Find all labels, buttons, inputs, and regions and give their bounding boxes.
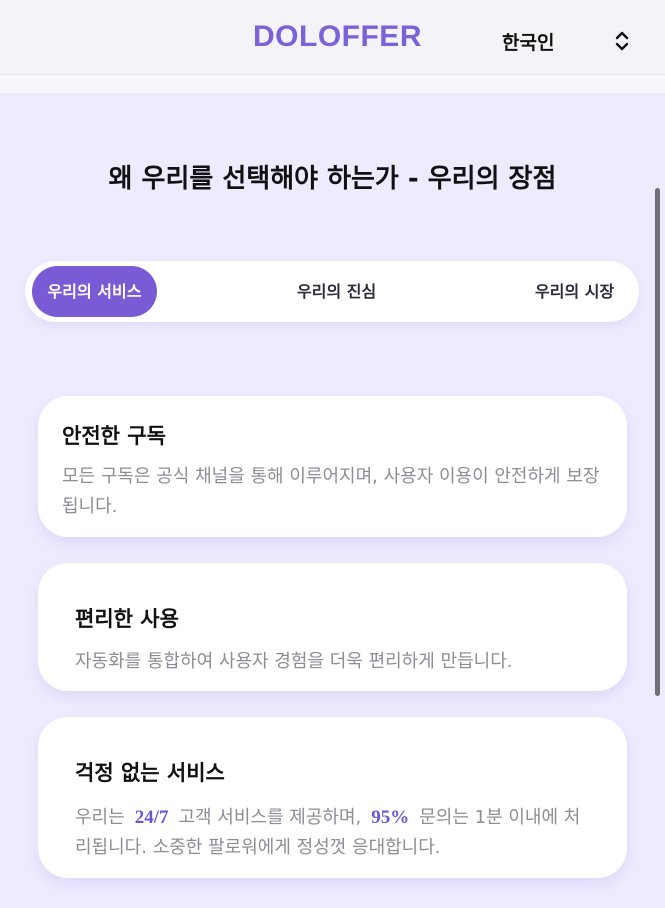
card-description: 모든 구독은 공식 채널을 통해 이루어지며, 사용자 이용이 안전하게 보장됩… [62,466,600,517]
scrollbar[interactable] [655,188,660,696]
tab-our-sincerity[interactable]: 우리의 진심 [297,266,376,317]
card-title: 걱정 없는 서비스 [75,761,225,785]
tab-bar: 우리의 서비스 우리의 진심 우리의 시장 [25,261,639,322]
language-selector[interactable]: 한국인 [502,28,554,55]
card-description: 우리는 24/7 고객 서비스를 제공하며, 95% 문의는 1분 이내에 처리됩니다.… [75,803,595,863]
highlight-percentage: 95% [371,807,410,828]
chevron-updown-icon[interactable] [612,30,632,52]
feature-card-worry-free-service: 걱정 없는 서비스 우리는 24/7 고객 서비스를 제공하며, 95% 문의는 1분 … [38,717,627,878]
desc-text: 고객 서비스를 제공하며, [178,807,362,828]
card-description: 자동화를 통합하여 사용자 경험을 더욱 편리하게 만듭니다. [75,651,513,672]
app-header: DOLOFFER 한국인 [0,0,665,75]
card-title: 편리한 사용 [75,607,179,631]
feature-card-convenient-use: 편리한 사용 자동화를 통합하여 사용자 경험을 더욱 편리하게 만듭니다. [38,563,627,691]
tab-our-service[interactable]: 우리의 서비스 [32,266,157,317]
highlight-support-hours: 24/7 [134,807,169,828]
tab-our-market[interactable]: 우리의 시장 [535,266,614,317]
desc-text: 우리는 [75,807,125,828]
header-divider [0,75,665,93]
brand-logo[interactable]: DOLOFFER [253,20,422,54]
feature-card-secure-subscription: 안전한 구독 모든 구독은 공식 채널을 통해 이루어지며, 사용자 이용이 안… [38,396,627,537]
card-title: 안전한 구독 [62,424,166,448]
page-title: 왜 우리를 선택해야 하는가 - 우리의 장점 [108,164,557,194]
